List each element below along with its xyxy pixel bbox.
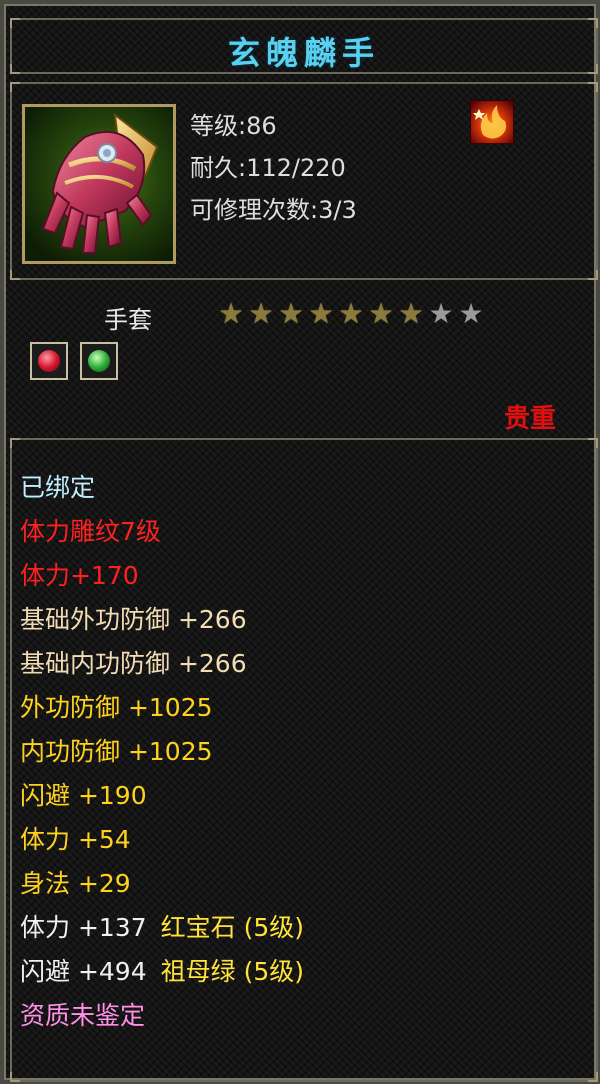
star-lit-icon: ★	[248, 297, 274, 330]
star-lit-icon: ★	[308, 297, 334, 330]
flame-emblem-icon[interactable]	[470, 100, 514, 144]
star-rating: ★ ★ ★ ★ ★ ★ ★ ★ ★	[216, 298, 486, 330]
attr-text: 体力 +54	[20, 825, 131, 854]
attr-base-external-defense: 基础外功防御 +266	[20, 604, 247, 636]
attr-text: 内功防御 +1025	[20, 737, 213, 766]
attr-agility: 身法 +29	[20, 868, 131, 900]
star-lit-icon: ★	[398, 297, 424, 330]
attr-text: 闪避 +190	[20, 781, 147, 810]
attr-text: 体力+170	[20, 561, 139, 590]
attr-text: 闪避 +494	[20, 957, 147, 986]
attr-engrave: 体力雕纹7级	[20, 516, 161, 548]
attr-dodge: 闪避 +190	[20, 780, 147, 812]
attr-gem-ruby: 体力 +137 红宝石 (5级)	[20, 912, 304, 944]
rarity-label: 贵重	[503, 404, 556, 434]
durability-line: 耐久:112/220	[190, 154, 346, 182]
attr-text: 基础内功防御 +266	[20, 649, 247, 678]
attr-base-internal-defense: 基础内功防御 +266	[20, 648, 247, 680]
title-bar: 玄魄麟手	[10, 18, 598, 74]
repair-count-line: 可修理次数:3/3	[190, 196, 357, 224]
star-lit-icon: ★	[368, 297, 394, 330]
level-line: 等级:86	[190, 112, 277, 140]
attr-text: 外功防御 +1025	[20, 693, 213, 722]
attr-text: 已绑定	[20, 473, 96, 502]
attr-text: 基础外功防御 +266	[20, 605, 247, 634]
attributes-panel: 已绑定 体力雕纹7级 体力+170 基础外功防御 +266 基础内功防御 +26…	[10, 438, 598, 1082]
gauntlet-icon[interactable]	[22, 104, 176, 264]
item-tooltip: 玄魄麟手 等级:86 耐久:112/220 可修理次数:3/3 手套 ★ ★ ★…	[0, 0, 600, 1084]
star-empty-icon: ★	[458, 297, 484, 330]
attr-engrave-bonus: 体力+170	[20, 560, 139, 592]
item-info-panel: 等级:86 耐久:112/220 可修理次数:3/3	[10, 82, 598, 280]
item-name: 玄魄麟手	[227, 34, 380, 72]
star-lit-icon: ★	[278, 297, 304, 330]
star-lit-icon: ★	[338, 297, 364, 330]
gem-name: 红宝石 (5级)	[160, 913, 304, 942]
attr-external-defense: 外功防御 +1025	[20, 692, 213, 724]
attr-aptitude: 资质未鉴定	[20, 1000, 145, 1032]
attr-gem-emerald: 闪避 +494 祖母绿 (5级)	[20, 956, 304, 988]
emerald-gem-icon[interactable]	[80, 342, 118, 380]
star-lit-icon: ★	[218, 297, 244, 330]
attr-text: 资质未鉴定	[20, 1001, 146, 1030]
attr-text: 体力雕纹7级	[20, 517, 161, 546]
item-slot-type: 手套	[104, 306, 152, 334]
ruby-gem-icon[interactable]	[30, 342, 68, 380]
gem-name: 祖母绿 (5级)	[160, 957, 304, 986]
attr-text: 身法 +29	[20, 869, 131, 898]
star-empty-icon: ★	[428, 297, 454, 330]
attr-stamina: 体力 +54	[20, 824, 131, 856]
attr-bound: 已绑定	[20, 472, 95, 504]
attr-text: 体力 +137	[20, 913, 147, 942]
attr-internal-defense: 内功防御 +1025	[20, 736, 213, 768]
